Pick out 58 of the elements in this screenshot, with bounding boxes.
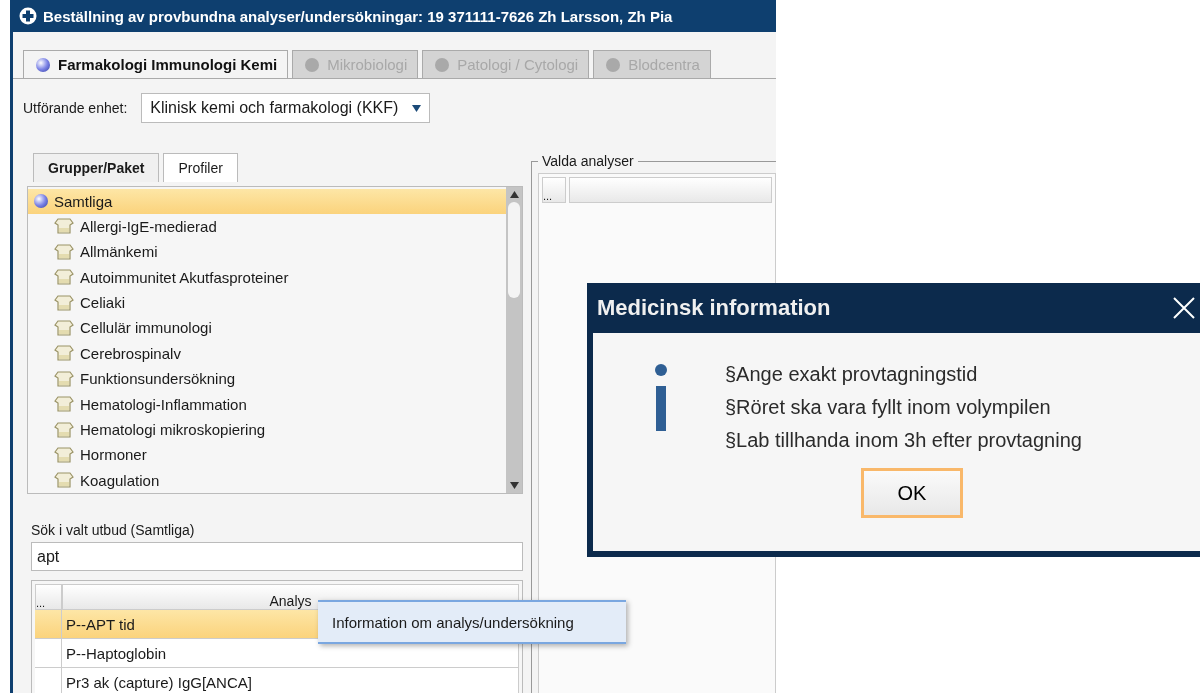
tree-item[interactable]: Allmänkemi <box>54 239 506 265</box>
package-icon <box>54 268 74 287</box>
search-field[interactable]: apt <box>31 542 523 571</box>
package-icon <box>54 395 74 414</box>
row-marker[interactable] <box>35 639 62 668</box>
tree-item[interactable]: Hematologi mikroskopiering <box>54 416 506 443</box>
tree-item[interactable]: Cellulär immunologi <box>54 315 506 341</box>
scrollbar[interactable] <box>506 187 522 493</box>
ball-icon <box>606 57 621 72</box>
row-marker[interactable] <box>35 610 62 639</box>
package-icon <box>54 293 74 312</box>
up-arrow-icon <box>509 191 519 198</box>
row-marker[interactable] <box>35 668 62 693</box>
package-icon <box>54 242 74 261</box>
tree-item[interactable]: Autoimmunitet Akutfasproteiner <box>54 264 506 290</box>
package-icon <box>54 420 74 439</box>
package-icon <box>54 318 74 337</box>
search-label: Sök i valt utbud (Samtliga) <box>31 522 196 538</box>
cross-icon <box>19 7 37 25</box>
package-icon <box>54 471 74 490</box>
tree-item[interactable]: Funktionsundersökning <box>54 366 506 392</box>
column-header[interactable] <box>569 177 772 203</box>
info-text: §Ange exakt provtagningstid <box>725 363 979 386</box>
tree-item[interactable]: Hematologi-Inflammation <box>54 391 506 417</box>
package-icon <box>54 445 74 464</box>
column-header[interactable]: ... <box>35 584 62 610</box>
package-icon <box>54 217 74 236</box>
tab[interactable]: Grupper/Paket <box>33 153 160 182</box>
info-icon <box>653 363 669 433</box>
tree-item[interactable]: Koagulation <box>54 467 506 493</box>
tree-item[interactable]: Samtliga <box>28 189 506 214</box>
ball-icon <box>36 57 50 72</box>
tree-item[interactable]: Hormoner <box>54 442 506 468</box>
unit-label: Utförande enhet: <box>23 100 128 116</box>
tree-item[interactable]: Celiaki <box>54 289 506 316</box>
window-title: Beställning av provbundna analyser/undersökningar: 19 371111-7626 Zh Larsson, Zh Pia <box>43 7 673 25</box>
unit-dropdown[interactable]: Klinisk kemi och farmakologi (KKF) <box>141 93 431 123</box>
package-icon <box>54 369 74 388</box>
caret-icon <box>412 104 422 112</box>
column-header[interactable]: ... <box>542 177 566 203</box>
scroll-thumb[interactable] <box>508 202 520 298</box>
ball-icon <box>34 194 48 209</box>
table-cell[interactable]: Pr3 ak (capture) IgG[ANCA] <box>62 668 519 693</box>
close-icon[interactable] <box>1171 296 1197 320</box>
tab[interactable]: Profiler <box>163 153 238 182</box>
package-icon <box>54 344 74 363</box>
info-text: §Lab tillhanda inom 3h efter provtagning <box>725 429 1082 452</box>
ball-icon <box>435 57 450 72</box>
ok-button[interactable]: OK <box>861 468 963 518</box>
panel-title: Valda analyser <box>541 153 635 169</box>
dialog-title: Medicinsk information <box>597 295 831 321</box>
info-text: §Röret ska vara fyllt inom volympilen <box>725 396 1052 419</box>
tab[interactable]: Farmakologi Immunologi Kemi <box>23 50 289 78</box>
tree-item[interactable]: Allergi-IgE-medierad <box>54 213 506 240</box>
down-arrow-icon <box>509 482 519 489</box>
tree-item[interactable]: Cerebrospinalv <box>54 340 506 367</box>
table-cell[interactable]: P--Haptoglobin <box>62 639 519 668</box>
ball-icon <box>305 57 320 72</box>
